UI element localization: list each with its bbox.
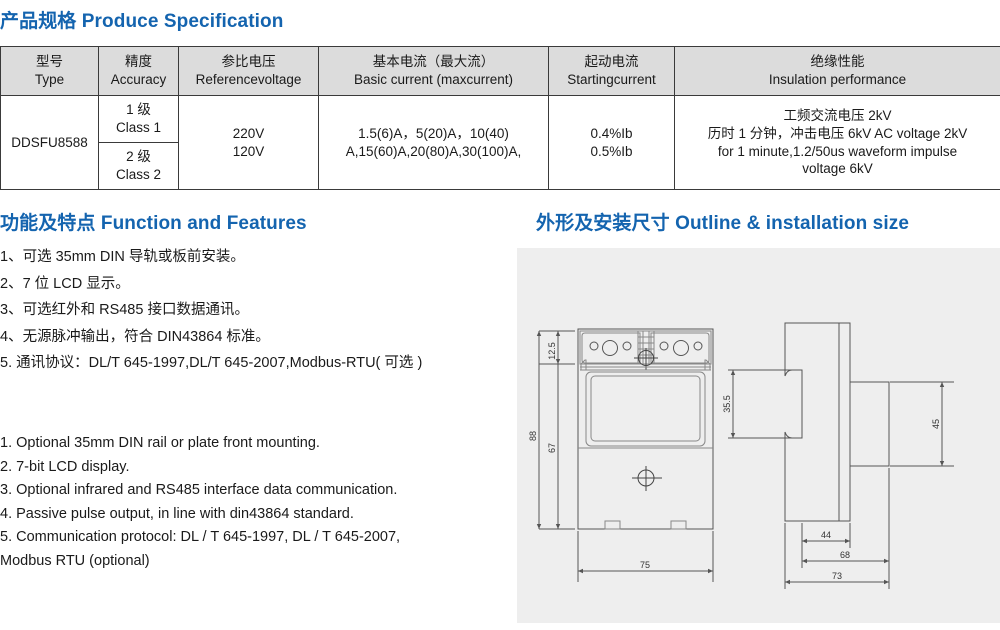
dimension-label-44: 44	[821, 530, 831, 540]
dimension-label-73: 73	[832, 571, 842, 581]
insulation-line3: for 1 minute,1.2/50us waveform impulse	[717, 143, 958, 159]
list-item: 1. Optional 35mm DIN rail or plate front…	[0, 435, 320, 451]
list-item: Modbus RTU (optional)	[0, 552, 150, 569]
page-title-produce-specification: 产品规格 Produce Specification	[0, 11, 284, 32]
cell-insulation-performance: 工频交流电压 2kV 历时 1 分钟，冲击电压 6kV AC voltage 2…	[674, 95, 1000, 190]
column-header-starting-current-en: Startingcurrent	[567, 72, 656, 87]
list-item: 3、可选红外和 RS485 接口数据通讯。	[0, 302, 249, 318]
column-header-basic-current-en: Basic current (maxcurrent)	[353, 72, 514, 87]
cell-basic-current: 1.5(6)A，5(20)A，10(40) A,15(60)A,20(80)A,…	[318, 95, 549, 190]
list-item: 2. 7-bit LCD display.	[0, 458, 130, 475]
cell-reference-voltage: 220V 120V	[178, 95, 319, 190]
starting-current-class1: 0.4%Ib	[590, 125, 633, 141]
cell-accuracy-class2: 2 级 Class 2	[98, 142, 179, 190]
column-header-accuracy: 精度 Accuracy	[98, 46, 179, 96]
column-header-type-cn: 型号	[36, 54, 63, 70]
features-list-chinese: 1、可选 35mm DIN 导轨或板前安装。 2、7 位 LCD 显示。 3、可…	[0, 244, 510, 377]
list-item: 4. Passive pulse output, in line with di…	[0, 505, 354, 522]
dimension-label-88: 88	[528, 431, 538, 441]
front-view-drawing	[577, 328, 714, 530]
column-header-type: 型号 Type	[0, 46, 99, 96]
product-datasheet-page: 产品规格 Produce Specification 型号 Type 精度 Ac…	[0, 0, 1000, 630]
list-item: 1、可选 35mm DIN 导轨或板前安装。	[0, 249, 245, 265]
dimension-label-35-5: 35.5	[722, 395, 732, 413]
column-header-insulation-performance: 绝缘性能 Insulation performance	[674, 46, 1000, 96]
cell-accuracy-class1: 1 级 Class 1	[98, 95, 179, 143]
table-row: DDSFU8588 1 级 Class 1 220V 120V 1.5(6)A，…	[0, 95, 1000, 190]
column-header-type-en: Type	[34, 72, 65, 87]
reference-voltage-120: 120V	[232, 143, 265, 159]
outline-drawing-svg: 12.5 88 67 75 35.5 45 44 68 73	[528, 322, 954, 589]
insulation-line2: 历时 1 分钟，冲击电压 6kV AC voltage 2kV	[707, 125, 968, 141]
column-header-basic-current: 基本电流（最大流） Basic current (maxcurrent)	[318, 46, 549, 96]
column-header-reference-voltage-cn: 参比电压	[221, 54, 276, 70]
basic-current-line1: 1.5(6)A，5(20)A，10(40)	[358, 125, 509, 141]
column-header-reference-voltage-en: Referencevoltage	[195, 72, 302, 87]
table-header-row: 型号 Type 精度 Accuracy 参比电压 Referencevoltag…	[0, 46, 1000, 96]
features-list-english: 1. Optional 35mm DIN rail or plate front…	[0, 432, 510, 573]
accuracy-class2-cn: 2 级	[126, 149, 151, 165]
column-header-starting-current: 起动电流 Startingcurrent	[548, 46, 675, 96]
specification-table: 型号 Type 精度 Accuracy 参比电压 Referencevoltag…	[0, 46, 1000, 190]
section-title-outline-installation-size: 外形及安装尺寸 Outline & installation size	[536, 213, 909, 234]
cell-starting-current: 0.4%Ib 0.5%Ib	[548, 95, 675, 190]
column-header-insulation-en: Insulation performance	[768, 72, 907, 87]
dimension-label-68: 68	[840, 550, 850, 560]
cell-model: DDSFU8588	[0, 95, 99, 190]
accuracy-class1-en: Class 1	[115, 120, 161, 135]
front-view-dimension-lines	[536, 330, 714, 582]
side-view-drawing	[784, 322, 890, 522]
column-header-reference-voltage: 参比电压 Referencevoltage	[178, 46, 319, 96]
side-view-dimension-labels: 35.5 45 44 68 73	[722, 395, 941, 581]
dimension-label-12-5: 12.5	[547, 342, 557, 360]
column-header-insulation-cn: 绝缘性能	[810, 54, 865, 70]
list-item: 3. Optional infrared and RS485 interface…	[0, 482, 398, 498]
starting-current-class2: 0.5%Ib	[590, 143, 633, 159]
insulation-line1: 工频交流电压 2kV	[783, 107, 892, 123]
outline-drawing-panel: 12.5 88 67 75 35.5 45 44 68 73	[517, 248, 1000, 623]
column-header-basic-current-cn: 基本电流（最大流）	[372, 54, 495, 70]
list-item: 2、7 位 LCD 显示。	[0, 275, 130, 292]
column-header-accuracy-en: Accuracy	[110, 72, 167, 87]
dimension-label-75: 75	[640, 560, 650, 570]
column-header-starting-current-cn: 起动电流	[584, 54, 639, 70]
list-item: 5. Communication protocol: DL / T 645-19…	[0, 529, 401, 545]
list-item: 5. 通讯协议：DL/T 645-1997,DL/T 645-2007,Modb…	[0, 355, 423, 371]
list-item: 4、无源脉冲输出，符合 DIN43864 标准。	[0, 328, 270, 345]
basic-current-line2: A,15(60)A,20(80)A,30(100)A,	[345, 143, 522, 159]
dimension-label-67: 67	[547, 443, 557, 453]
insulation-line4: voltage 6kV	[802, 161, 873, 177]
accuracy-class1-cn: 1 级	[126, 102, 151, 118]
accuracy-class2-en: Class 2	[115, 167, 161, 182]
section-title-function-and-features: 功能及特点 Function and Features	[0, 213, 307, 234]
reference-voltage-220: 220V	[232, 125, 265, 141]
dimension-label-45: 45	[931, 419, 941, 429]
column-header-accuracy-cn: 精度	[125, 54, 152, 70]
